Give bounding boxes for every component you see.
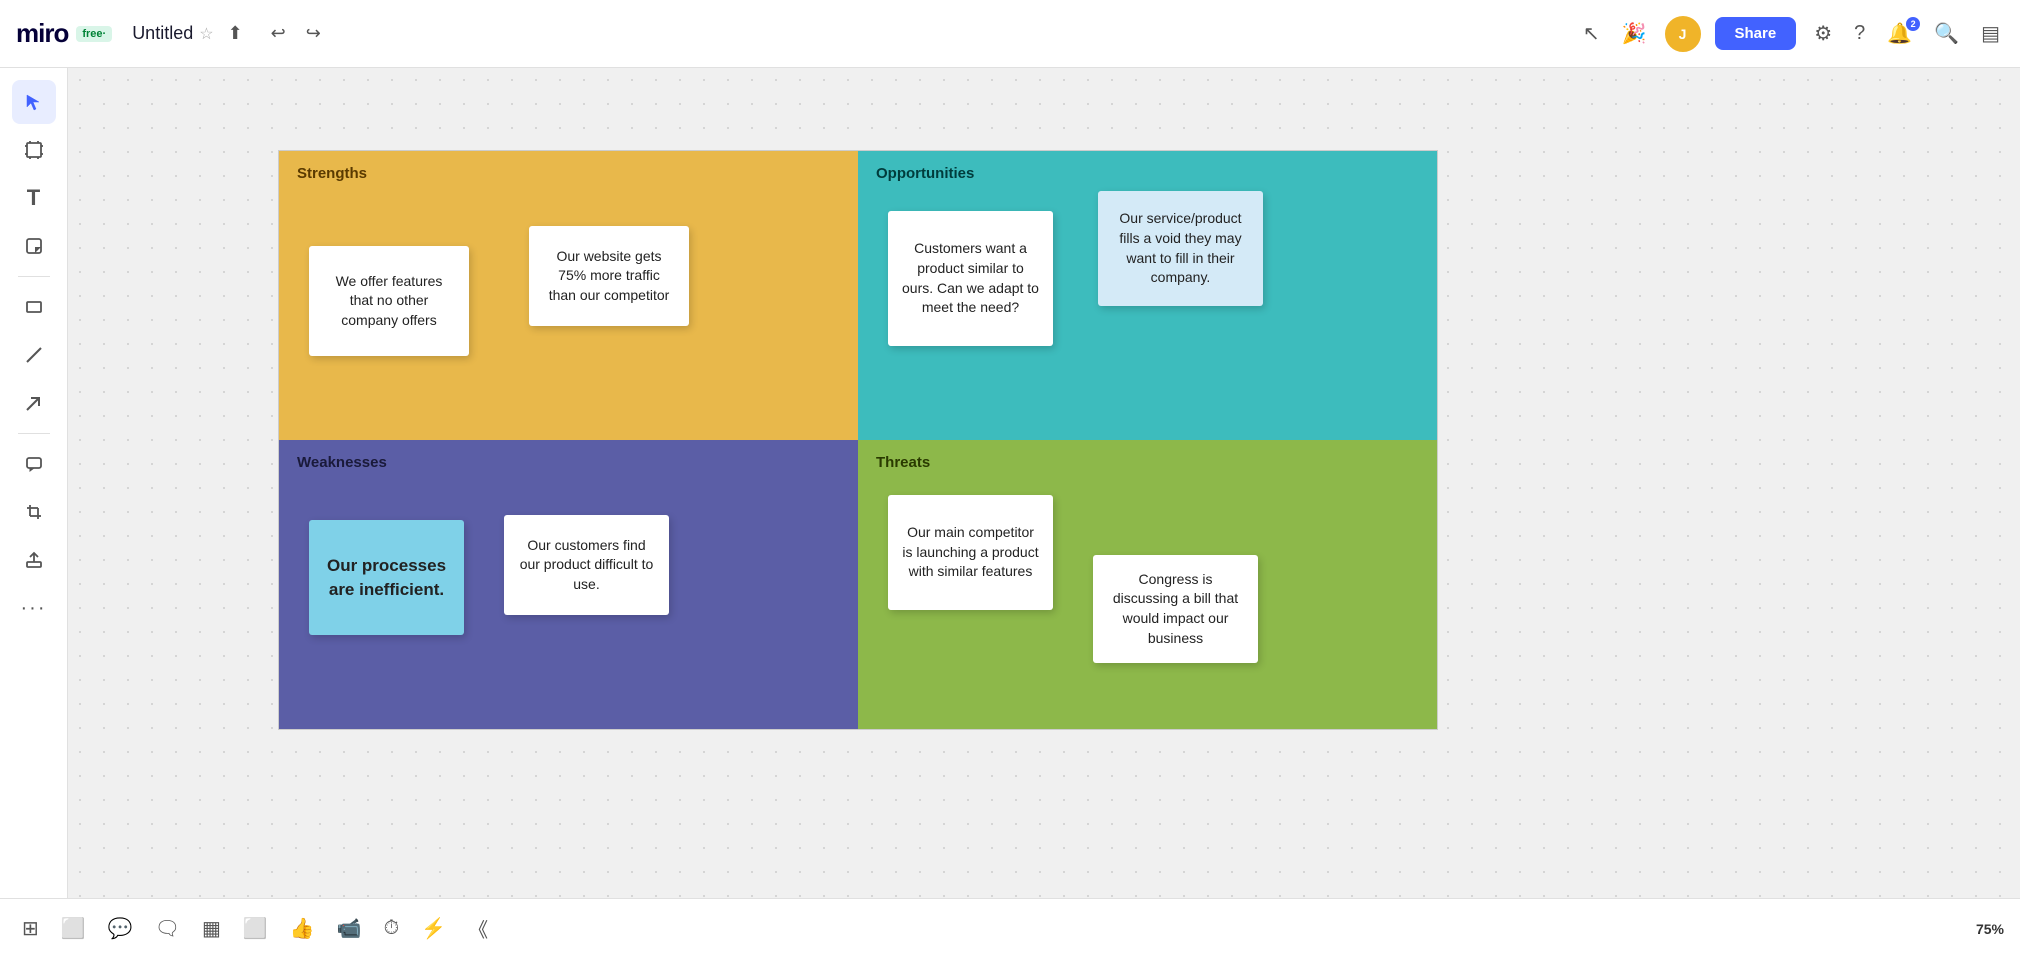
upload-tool[interactable] <box>12 538 56 582</box>
zoom-level: 75% <box>1976 921 2004 937</box>
bottom-like-icon[interactable]: 👍 <box>284 912 321 945</box>
sticky-s7[interactable]: Our main competitor is launching a produ… <box>888 495 1053 610</box>
party-icon[interactable]: 🎉 <box>1618 17 1651 50</box>
undo-button[interactable]: ↩ <box>263 19 294 48</box>
redo-button[interactable]: ↪ <box>298 19 329 48</box>
topbar-right: ↖ 🎉 J Share ⚙ ? 🔔 2 🔍 ▤ <box>1579 16 2004 52</box>
bottom-export-icon[interactable]: ⬜ <box>237 912 274 945</box>
logo: miro <box>16 18 68 49</box>
opportunities-label: Opportunities <box>876 165 1419 182</box>
arrow-tool[interactable] <box>12 381 56 425</box>
quadrant-strengths: Strengths We offer features that no othe… <box>279 151 858 440</box>
bottom-comment-icon[interactable]: 💬 <box>102 912 139 945</box>
cursor-tool[interactable] <box>12 80 56 124</box>
bottom-bubble-icon[interactable]: 🗨 <box>149 912 186 945</box>
cursor-tool-icon[interactable]: ↖ <box>1579 17 1604 50</box>
search-icon[interactable]: 🔍 <box>1930 17 1963 50</box>
threats-label: Threats <box>876 454 1419 471</box>
toolbar-divider-2 <box>18 433 50 434</box>
quadrant-weaknesses: Weaknesses Our processes are inefficient… <box>279 440 858 729</box>
comment-tool[interactable] <box>12 442 56 486</box>
sticky-s2[interactable]: Our website gets 75% more traffic than o… <box>529 226 689 326</box>
sticky-s5[interactable]: Our processes are inefficient. <box>309 520 464 635</box>
upload-icon[interactable]: ⬆ <box>228 23 243 44</box>
canvas[interactable]: Strengths We offer features that no othe… <box>68 68 2020 898</box>
notification-badge: 2 <box>1906 17 1920 31</box>
avatar[interactable]: J <box>1665 16 1701 52</box>
quadrant-opportunities: Opportunities Customers want a product s… <box>858 151 1437 440</box>
bottom-collapse-icon[interactable]: 《 <box>462 910 494 947</box>
help-icon[interactable]: ? <box>1850 18 1869 49</box>
bottom-grid-icon[interactable]: ⊞ <box>16 912 45 945</box>
left-toolbar: T ··· <box>0 68 68 898</box>
bottom-timer-icon[interactable]: ⏱ <box>378 913 406 944</box>
toolbar-divider <box>18 276 50 277</box>
title-area: Untitled ☆ ⬆ <box>132 23 242 44</box>
bottom-bar: ⊞ ⬜ 💬 🗨 ▦ ⬜ 👍 📹 ⏱ ⚡ 《 75% <box>0 898 2020 958</box>
sticky-s8[interactable]: Congress is discussing a bill that would… <box>1093 555 1258 663</box>
free-badge: free· <box>76 26 112 42</box>
sticky-s6[interactable]: Our customers find our product difficult… <box>504 515 669 615</box>
sticky-s1[interactable]: We offer features that no other company … <box>309 246 469 356</box>
bottom-sticky-icon[interactable]: ⬜ <box>55 912 92 945</box>
frame-tool[interactable] <box>12 128 56 172</box>
bottom-camera-icon[interactable]: 📹 <box>331 912 368 945</box>
sticky-s4[interactable]: Our service/product fills a void they ma… <box>1098 191 1263 306</box>
weaknesses-label: Weaknesses <box>297 454 840 471</box>
top-bar: miro free· Untitled ☆ ⬆ ↩ ↪ ↖ 🎉 J Share … <box>0 0 2020 68</box>
panel-icon[interactable]: ▤ <box>1977 17 2004 50</box>
share-button[interactable]: Share <box>1715 17 1797 50</box>
bottom-table-icon[interactable]: ▦ <box>196 912 227 945</box>
star-icon[interactable]: ☆ <box>199 24 213 44</box>
rect-tool[interactable] <box>12 285 56 329</box>
page-title: Untitled <box>132 23 193 44</box>
quadrant-threats: Threats Our main competitor is launching… <box>858 440 1437 729</box>
line-tool[interactable] <box>12 333 56 377</box>
swot-board: Strengths We offer features that no othe… <box>278 150 1438 730</box>
crop-tool[interactable] <box>12 490 56 534</box>
sticky-s3[interactable]: Customers want a product similar to ours… <box>888 211 1053 346</box>
notification-wrapper[interactable]: 🔔 2 <box>1883 21 1916 46</box>
text-tool[interactable]: T <box>12 176 56 220</box>
strengths-label: Strengths <box>297 165 840 182</box>
settings-icon[interactable]: ⚙ <box>1810 17 1836 50</box>
main-area: T ··· Strengths <box>0 68 2020 898</box>
undo-redo-group: ↩ ↪ <box>263 19 329 48</box>
sticky-tool[interactable] <box>12 224 56 268</box>
bottom-bolt-icon[interactable]: ⚡ <box>415 912 452 945</box>
more-tools[interactable]: ··· <box>12 586 56 630</box>
logo-area: miro free· <box>16 18 112 49</box>
